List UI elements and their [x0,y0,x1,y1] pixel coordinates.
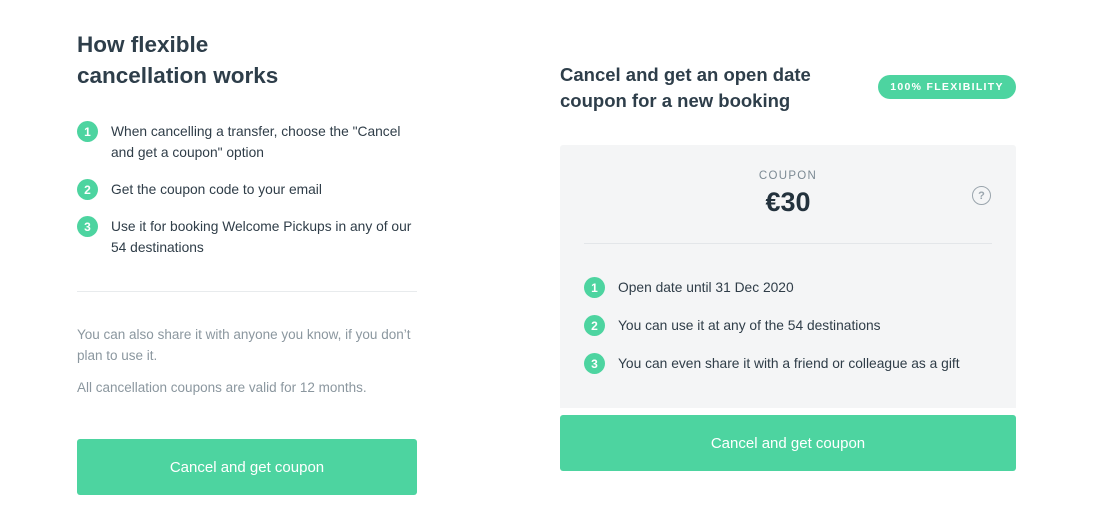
how-it-works-steps: 1 When cancelling a transfer, choose the… [77,121,417,274]
question-mark-icon[interactable]: ? [972,186,991,205]
benefit-text: You can use it at any of the 54 destinat… [618,318,881,333]
coupon-benefits: 1 Open date until 31 Dec 2020 2 You can … [584,277,1004,391]
list-item: 2 You can use it at any of the 54 destin… [584,315,1004,336]
offer-title: Cancel and get an open date coupon for a… [560,64,811,111]
list-item: 3 Use it for booking Welcome Pickups in … [77,216,417,258]
benefit-text: You can even share it with a friend or c… [618,356,960,371]
step-number-badge: 2 [584,315,605,336]
validity-note: All cancellation coupons are valid for 1… [77,380,367,395]
info-title: How flexible cancellation works [77,32,279,88]
list-item: 1 When cancelling a transfer, choose the… [77,121,417,163]
list-item: 1 Open date until 31 Dec 2020 [584,277,1004,298]
step-number-badge: 2 [77,179,98,200]
step-number-badge: 1 [584,277,605,298]
coupon-value: €30 [765,187,811,217]
benefit-text: Open date until 31 Dec 2020 [618,280,794,295]
step-number-badge: 3 [77,216,98,237]
step-text: Use it for booking Welcome Pickups in an… [111,219,412,255]
coupon-card: COUPON €30 ? 1 Open date until 31 Dec 20… [560,145,1016,408]
share-note: You can also share it with anyone you kn… [77,327,411,363]
step-text: When cancelling a transfer, choose the "… [111,124,401,160]
cancel-and-get-coupon-button[interactable]: Cancel and get coupon [560,415,1016,471]
section-divider [77,291,417,292]
step-text: Get the coupon code to your email [111,182,322,197]
list-item: 2 Get the coupon code to your email [77,179,417,200]
coupon-label: COUPON [758,170,818,182]
card-divider [584,243,992,244]
step-number-badge: 3 [584,353,605,374]
flexibility-badge: 100% FLEXIBILITY [878,75,1016,99]
step-number-badge: 1 [77,121,98,142]
cancel-and-get-coupon-button[interactable]: Cancel and get coupon [77,439,417,495]
list-item: 3 You can even share it with a friend or… [584,353,1004,374]
